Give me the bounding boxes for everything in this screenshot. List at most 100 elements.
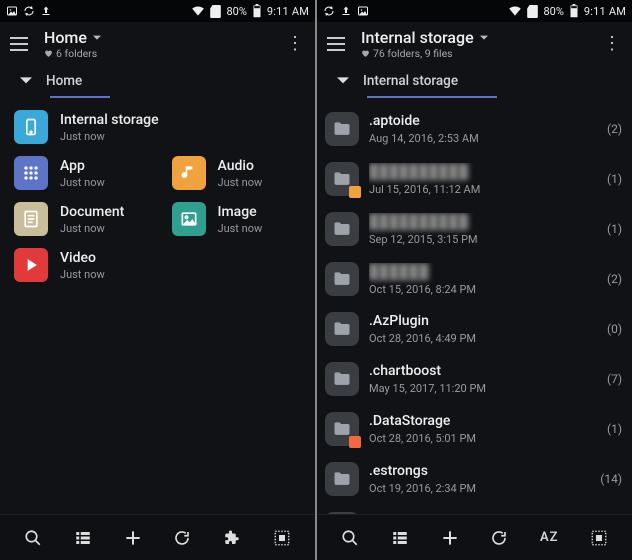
bottom-bar: AZ — [317, 514, 632, 560]
grid-icon — [14, 156, 48, 190]
folder-date: Jul 15, 2016, 11:12 AM — [369, 183, 597, 196]
refresh-button[interactable] — [164, 520, 200, 556]
wifi-icon — [508, 5, 522, 17]
tile-image[interactable]: Image Just now — [158, 196, 316, 242]
list-item[interactable]: .AzPlugin Oct 28, 2016, 4:49 PM (0) — [317, 304, 632, 354]
tile-sub: Just now — [60, 268, 105, 281]
status-bar: 80% 9:11 AM — [0, 0, 315, 22]
image-icon — [172, 202, 206, 236]
tile-app[interactable]: App Just now — [0, 150, 158, 196]
folder-count: (0) — [607, 322, 622, 336]
folder-count: (1) — [607, 422, 622, 436]
badge-icon — [349, 186, 361, 198]
list-item[interactable]: .DataStorage Oct 28, 2016, 5:01 PM (1) — [317, 404, 632, 454]
note-icon — [172, 156, 206, 190]
tile-video[interactable]: Video Just now — [0, 242, 315, 288]
sd-icon — [527, 5, 538, 18]
breadcrumb[interactable]: Internal storage — [317, 66, 632, 96]
folder-name: .aptoide — [369, 113, 597, 129]
subtitle: 6 folders — [56, 47, 97, 60]
heart-icon — [44, 49, 53, 58]
add-button[interactable] — [432, 520, 468, 556]
upload-icon — [40, 5, 52, 17]
screen-internal-storage: 80% 9:11 AM Internal storage 76 folders,… — [317, 0, 632, 560]
folder-count: (7) — [607, 372, 622, 386]
battery-icon — [569, 4, 579, 18]
folder-icon — [325, 262, 359, 296]
tile-name: App — [60, 158, 105, 174]
phone-icon — [14, 110, 48, 144]
list-item[interactable]: ██████ Oct 15, 2016, 8:24 PM (2) — [317, 254, 632, 304]
folder-count: (1) — [607, 222, 622, 236]
folder-icon — [325, 112, 359, 146]
folder-date: Sep 12, 2015, 3:15 PM — [369, 233, 597, 246]
folder-name: .chartboost — [369, 363, 597, 379]
list-item[interactable]: .aptoide Aug 14, 2016, 2:53 AM (2) — [317, 104, 632, 154]
wifi-icon — [191, 5, 205, 17]
bottom-bar — [0, 514, 315, 560]
list-item[interactable]: ██████████ Jul 15, 2016, 11:12 AM (1) — [317, 154, 632, 204]
list-item[interactable]: .hide Dec 3, 2016, 2:09 PM (0) — [317, 504, 632, 514]
content-area: Internal storage Just now App Just now A… — [0, 100, 315, 514]
plugins-button[interactable] — [214, 520, 250, 556]
heart-icon — [361, 49, 370, 58]
list-item[interactable]: .chartboost May 15, 2017, 11:20 PM (7) — [317, 354, 632, 404]
select-button[interactable] — [264, 520, 300, 556]
folder-count: (2) — [607, 272, 622, 286]
tile-name: Video — [60, 250, 105, 266]
folder-date: Oct 19, 2016, 2:34 PM — [369, 482, 590, 495]
select-button[interactable] — [581, 520, 617, 556]
refresh-button[interactable] — [481, 520, 517, 556]
overflow-menu-icon[interactable]: ⋮ — [602, 35, 622, 53]
folder-icon — [325, 412, 359, 446]
menu-icon[interactable] — [327, 33, 349, 55]
sync-icon — [23, 5, 35, 17]
tab-indicator — [367, 96, 497, 98]
search-button[interactable] — [15, 520, 51, 556]
folder-icon — [325, 362, 359, 396]
tile-sub: Just now — [60, 222, 124, 235]
view-list-button[interactable] — [65, 520, 101, 556]
list-item[interactable]: .estrongs Oct 19, 2016, 2:34 PM (14) — [317, 454, 632, 504]
folder-date: Oct 28, 2016, 4:49 PM — [369, 332, 597, 345]
app-bar: Home 6 folders ⋮ — [0, 22, 315, 66]
screen-home: 80% 9:11 AM Home 6 folders ⋮ Home — [0, 0, 315, 560]
chevron-down-icon[interactable] — [93, 34, 101, 42]
folder-name: .estrongs — [369, 463, 590, 479]
crumb-text[interactable]: Home — [46, 73, 82, 89]
badge-icon — [349, 436, 361, 448]
app-bar: Internal storage 76 folders, 9 files ⋮ — [317, 22, 632, 66]
breadcrumb[interactable]: Home — [0, 66, 315, 96]
folder-name: .AzPlugin — [369, 313, 597, 329]
image-icon — [6, 5, 18, 17]
tile-internal-storage[interactable]: Internal storage Just now — [0, 104, 315, 150]
content-area[interactable]: .aptoide Aug 14, 2016, 2:53 AM (2) █████… — [317, 100, 632, 514]
menu-icon[interactable] — [10, 33, 32, 55]
tile-document[interactable]: Document Just now — [0, 196, 158, 242]
page-title[interactable]: Internal storage — [361, 28, 474, 47]
status-bar: 80% 9:11 AM — [317, 0, 632, 22]
clock: 9:11 AM — [267, 5, 309, 18]
folder-date: Oct 28, 2016, 5:01 PM — [369, 432, 597, 445]
folder-count: (2) — [607, 122, 622, 136]
folder-name: ██████████ — [369, 163, 597, 180]
add-button[interactable] — [115, 520, 151, 556]
folder-name: ██████ — [369, 263, 597, 280]
page-title[interactable]: Home — [44, 28, 87, 47]
list-item[interactable]: ██████████ Sep 12, 2015, 3:15 PM (1) — [317, 204, 632, 254]
view-list-button[interactable] — [382, 520, 418, 556]
folder-count: (1) — [607, 172, 622, 186]
folder-date: Aug 14, 2016, 2:53 AM — [369, 132, 597, 145]
upload-icon — [340, 5, 352, 17]
tile-audio[interactable]: Audio Just now — [158, 150, 316, 196]
tile-sub: Just now — [218, 222, 263, 235]
folder-icon — [325, 462, 359, 496]
chevron-down-icon[interactable] — [480, 34, 488, 42]
play-icon — [14, 248, 48, 282]
crumb-text[interactable]: Internal storage — [363, 73, 458, 89]
search-button[interactable] — [332, 520, 368, 556]
overflow-menu-icon[interactable]: ⋮ — [285, 35, 305, 53]
chevron-down-icon[interactable] — [20, 75, 32, 87]
chevron-down-icon[interactable] — [337, 75, 349, 87]
sort-button[interactable]: AZ — [531, 520, 567, 556]
